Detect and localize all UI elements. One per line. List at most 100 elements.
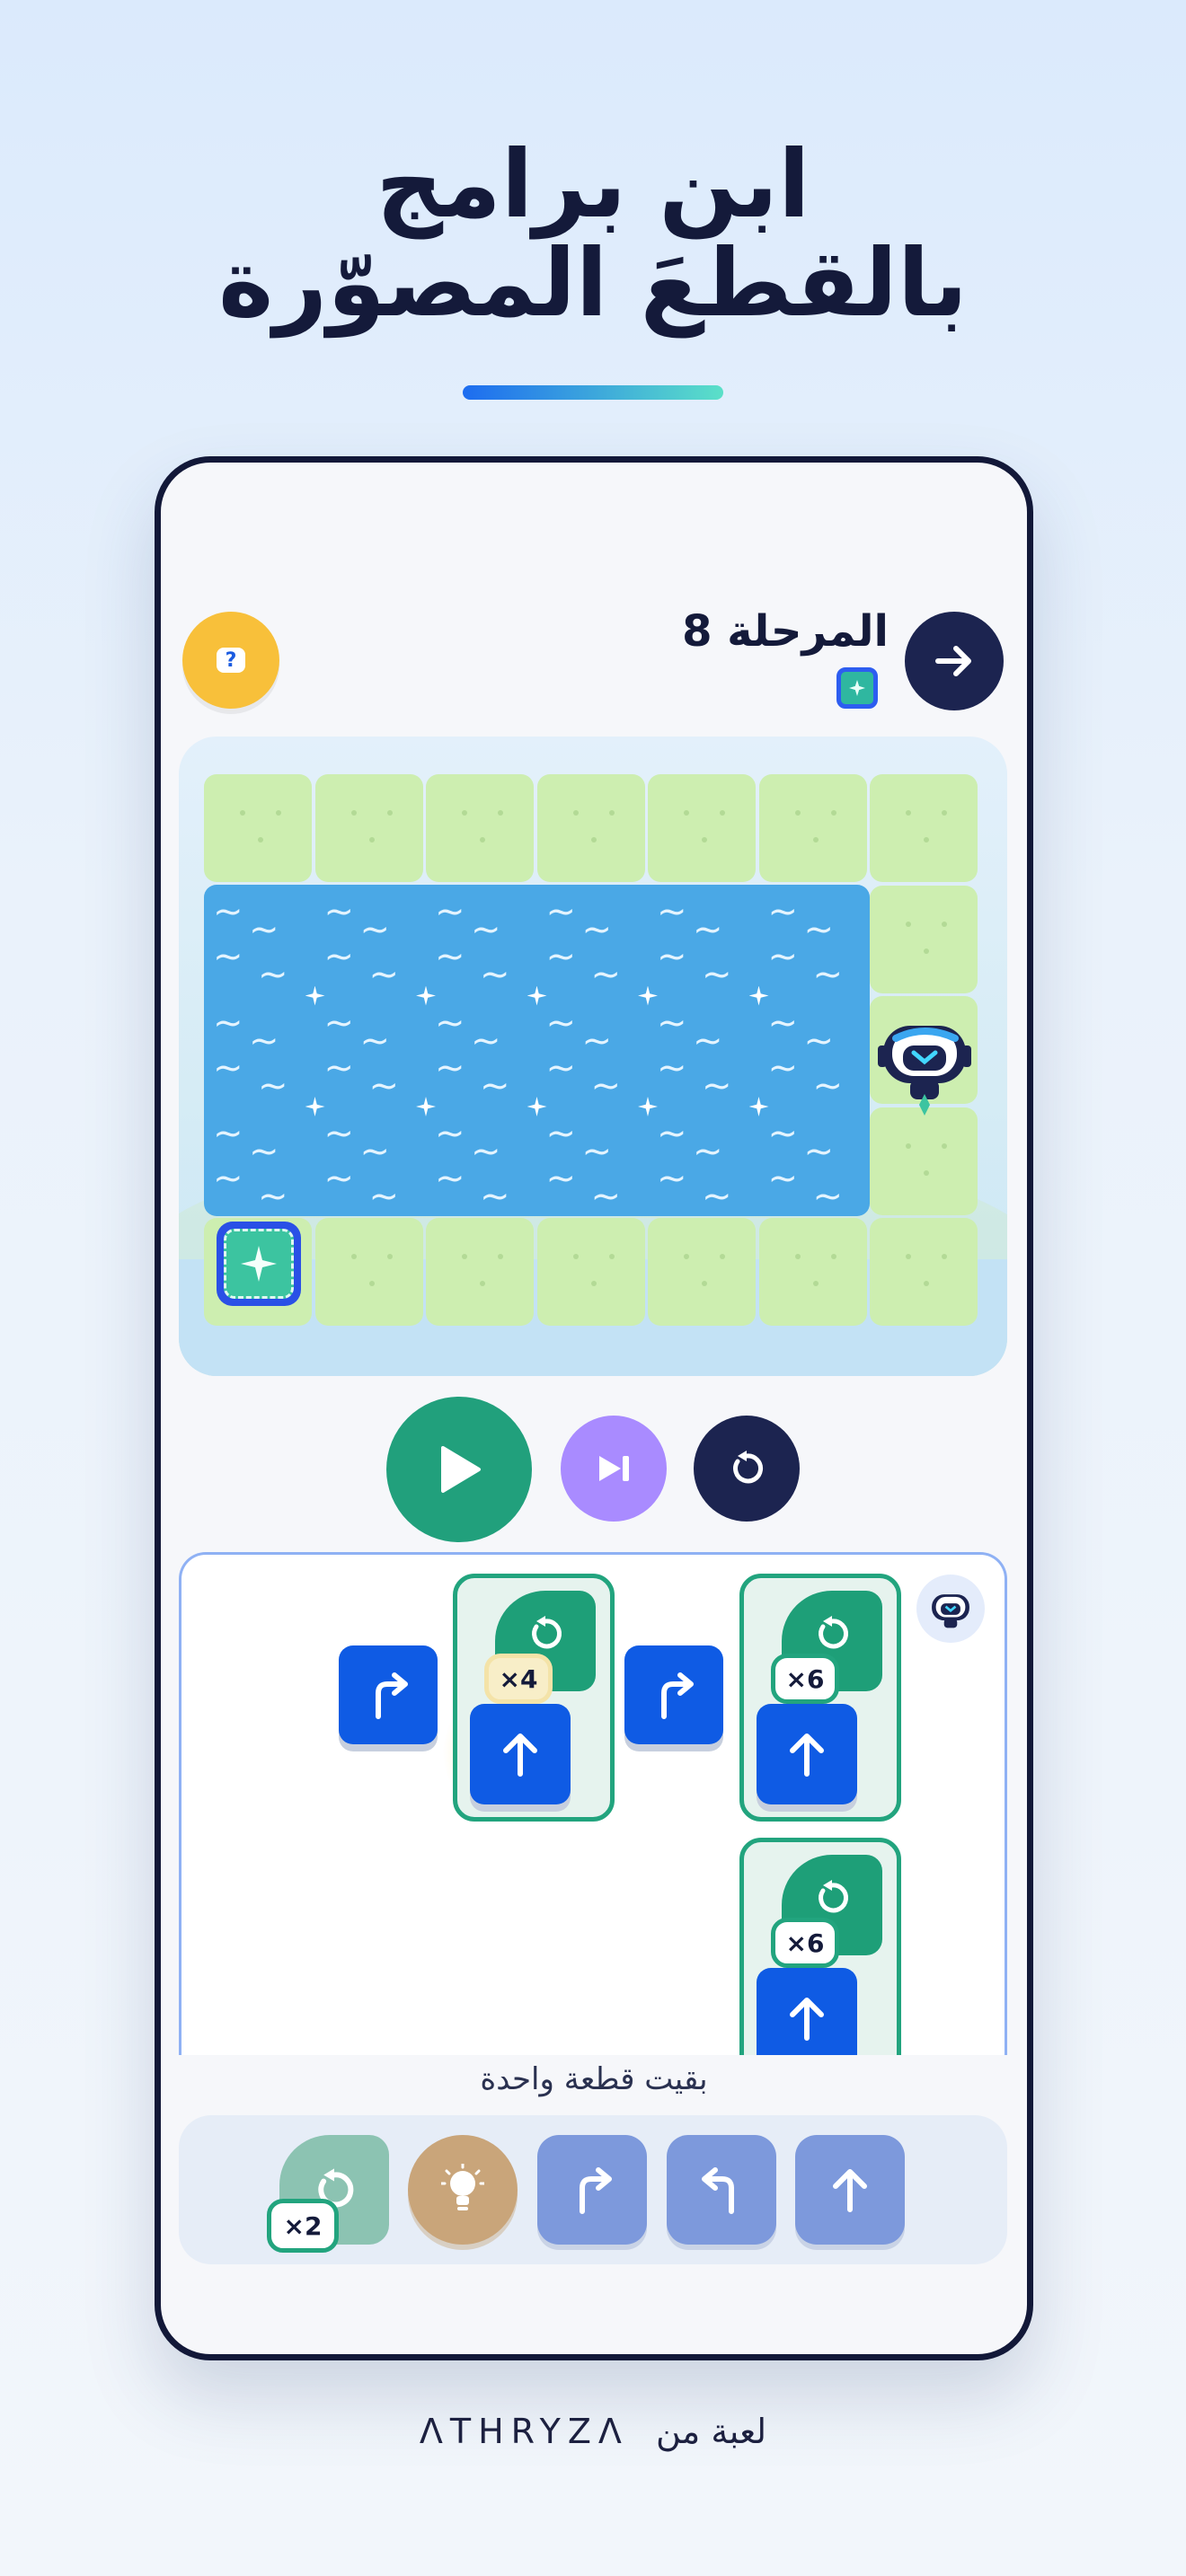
wave-icon: ~	[323, 1046, 355, 1089]
gem-icon	[836, 667, 878, 709]
loop-count[interactable]: ×4	[484, 1654, 553, 1704]
grass-tile	[870, 1218, 978, 1326]
wave-icon: ~	[471, 1019, 501, 1062]
remaining-pieces-label: بقيت قطعة واحدة	[480, 2061, 708, 2097]
arrow-up-icon	[790, 1998, 824, 2041]
sparkle-icon	[748, 985, 769, 1006]
sparkle-icon	[527, 1097, 547, 1116]
wave-icon: ~	[693, 909, 723, 950]
sparkle-icon	[527, 985, 547, 1006]
wave-icon: ~	[657, 1001, 687, 1044]
next-button[interactable]	[905, 612, 1004, 710]
turn-left-icon	[702, 2167, 734, 2214]
grass-tile	[870, 885, 978, 993]
wave-icon: ~	[657, 1113, 687, 1154]
wave-icon: ~	[435, 936, 465, 977]
grass-tile	[758, 774, 867, 882]
wave-icon: ~	[657, 1158, 687, 1199]
sparkle-icon	[748, 1097, 769, 1116]
wave-icon: ~	[249, 909, 279, 950]
wave-icon: ~	[545, 1113, 577, 1154]
wave-icon: ~	[471, 1131, 501, 1172]
wave-icon: ~	[657, 936, 687, 977]
sparkle-icon	[416, 985, 436, 1006]
play-button[interactable]	[386, 1397, 532, 1542]
program-editor[interactable]: ×4 ×6 ×6	[179, 1552, 1007, 2055]
wave-icon: ~	[435, 1001, 465, 1044]
wave-icon: ~	[545, 891, 577, 932]
sparkle-icon	[638, 1097, 658, 1116]
wave-icon: ~	[693, 1131, 723, 1172]
wave-icon: ~	[471, 909, 501, 950]
arrow-up-icon	[833, 2169, 867, 2212]
wave-icon: ~	[213, 1001, 243, 1044]
sparkle-icon	[305, 985, 325, 1006]
loop-count[interactable]: ×6	[771, 1918, 839, 1968]
hint-button[interactable]	[408, 2135, 518, 2245]
wave-icon: ~	[803, 1131, 835, 1172]
step-forward-icon	[599, 1456, 629, 1481]
grass-tile	[536, 774, 645, 882]
wave-icon: ~	[323, 1158, 355, 1199]
loop-block[interactable]: ×6	[739, 1574, 901, 1822]
grass-tile	[758, 1218, 867, 1326]
sparkle-icon	[305, 1097, 325, 1116]
question-bubble-icon: ?	[217, 648, 245, 673]
move-forward-block[interactable]	[757, 1968, 857, 2055]
wave-icon: ~	[702, 1176, 732, 1216]
wave-icon: ~	[657, 891, 687, 932]
turn-right-block[interactable]	[624, 1645, 723, 1744]
step-button[interactable]	[561, 1416, 667, 1522]
wave-icon: ~	[480, 1064, 510, 1107]
footer: لعبة من ΛTHRYZΛ	[0, 2412, 1186, 2451]
wave-icon: ~	[581, 1019, 613, 1062]
wave-icon: ~	[323, 1113, 355, 1154]
wave-icon: ~	[368, 954, 400, 995]
wave-icon: ~	[767, 1158, 799, 1199]
grass-tile	[204, 774, 312, 882]
wave-icon: ~	[368, 1176, 400, 1216]
grass-tile	[314, 774, 423, 882]
tray-turn-left-block[interactable]	[667, 2135, 776, 2245]
loop-block[interactable]: ×4	[453, 1574, 615, 1822]
tray-move-forward-block[interactable]	[795, 2135, 905, 2245]
headline-line-1: ابن برامج	[376, 129, 810, 239]
grass-tile	[870, 774, 978, 882]
wave-icon: ~	[767, 936, 799, 977]
wave-icon: ~	[767, 891, 799, 932]
move-forward-block[interactable]	[470, 1704, 571, 1804]
wave-icon: ~	[545, 1158, 577, 1199]
help-button[interactable]: ?	[182, 612, 279, 709]
wave-icon: ~	[435, 1113, 465, 1154]
grass-tile	[648, 774, 756, 882]
wave-icon: ~	[480, 1176, 510, 1216]
loop-block[interactable]: ×6	[739, 1838, 901, 2055]
wave-icon: ~	[590, 1176, 622, 1216]
wave-icon: ~	[368, 1064, 400, 1107]
reset-button[interactable]	[694, 1416, 800, 1522]
grass-tile	[314, 1218, 423, 1326]
loop-count[interactable]: ×6	[771, 1654, 839, 1704]
grass-tile	[426, 774, 534, 882]
grass-tile	[870, 1107, 978, 1215]
move-forward-block[interactable]	[757, 1704, 857, 1804]
wave-icon: ~	[581, 1131, 613, 1172]
wave-icon: ~	[249, 1131, 279, 1172]
wave-icon: ~	[545, 936, 577, 977]
wave-icon: ~	[767, 1046, 799, 1089]
sparkle-icon	[241, 1246, 277, 1282]
game-board: ~ ~ ~ ~ ~ ~ ~ ~ ~ ~ ~ ~ ~ ~ ~ ~ ~ ~ ~ ~ ~ ~ ~ ~ ~ ~ ~ ~ ~ ~ ~ ~ ~ ~ ~ ~ ~ ~ ~ ~…	[179, 737, 1007, 1376]
wave-icon: ~	[249, 1019, 279, 1062]
wave-icon: ~	[702, 954, 732, 995]
wave-icon: ~	[812, 1176, 844, 1216]
tray-turn-right-block[interactable]	[537, 2135, 647, 2245]
play-icon	[441, 1446, 481, 1493]
turn-right-icon	[376, 1672, 408, 1719]
wave-icon: ~	[581, 909, 613, 950]
wave-icon: ~	[435, 1046, 465, 1089]
wave-icon: ~	[480, 954, 510, 995]
arrow-up-icon	[790, 1734, 824, 1777]
wave-icon: ~	[693, 1019, 723, 1062]
turn-right-block[interactable]	[339, 1645, 438, 1744]
robot-avatar-icon	[916, 1575, 985, 1643]
